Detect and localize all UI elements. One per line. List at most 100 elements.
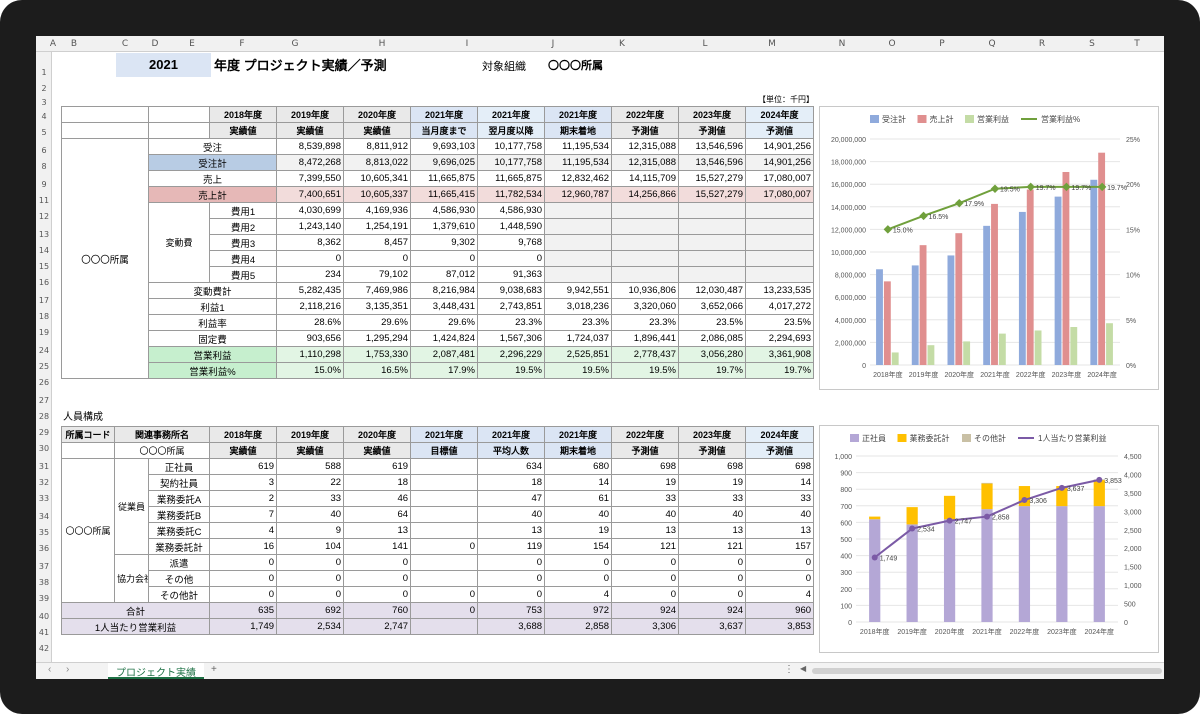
column-header-J[interactable]: J [546, 36, 560, 52]
bar[interactable] [906, 507, 918, 525]
cell-value[interactable]: 0 [209, 570, 278, 587]
row-header-24[interactable]: 24 [36, 346, 52, 355]
cell-value[interactable]: 13,546,596 [678, 154, 746, 171]
column-header-A[interactable]: A [46, 36, 60, 52]
bar[interactable] [1018, 486, 1031, 507]
cell-value[interactable]: 11,195,534 [544, 154, 612, 171]
cell-value[interactable]: 972 [544, 602, 613, 619]
row-header-36[interactable]: 36 [36, 544, 52, 553]
bar[interactable] [981, 483, 993, 510]
cell-value[interactable]: 19.7% [678, 362, 746, 379]
cell-value[interactable] [410, 458, 479, 475]
cell-value[interactable]: 698 [745, 458, 815, 475]
cell-value[interactable]: 12,832,462 [544, 170, 612, 187]
cell-value[interactable]: 141 [343, 538, 412, 555]
row-header-9[interactable]: 9 [36, 180, 52, 189]
bar[interactable] [963, 341, 971, 365]
line-point[interactable] [1096, 476, 1103, 483]
cell-value[interactable] [410, 570, 479, 587]
cell-value[interactable]: 29.6% [410, 314, 478, 331]
bar[interactable] [1018, 506, 1031, 622]
cell-value[interactable]: 4,017,272 [745, 298, 814, 315]
row-header-30[interactable]: 30 [36, 444, 52, 453]
cell-value[interactable]: 16 [209, 538, 278, 555]
column-header-I[interactable]: I [460, 36, 474, 52]
cell-value[interactable]: 0 [343, 250, 411, 267]
row-header-25[interactable]: 25 [36, 362, 52, 371]
cell-value[interactable]: 3,637 [678, 618, 747, 635]
cell-value[interactable]: 14,256,866 [611, 186, 679, 203]
bar[interactable] [1056, 506, 1068, 622]
cell-value[interactable]: 0 [343, 554, 412, 571]
cell-value[interactable]: 13,546,596 [678, 138, 746, 155]
row-header-16[interactable]: 16 [36, 278, 52, 287]
bar[interactable] [947, 255, 955, 365]
cell-value[interactable]: 13 [611, 522, 680, 539]
cell-value[interactable]: 234 [276, 266, 344, 283]
cell-value[interactable]: 0 [477, 554, 546, 571]
cell-value[interactable]: 4 [544, 586, 613, 603]
cell-value[interactable]: 2,086,085 [678, 330, 746, 347]
row-header-8[interactable]: 8 [36, 162, 52, 171]
line-point[interactable] [871, 554, 878, 561]
sheet-tab-project[interactable]: プロジェクト実績 [108, 663, 204, 679]
cell-value[interactable]: 1,254,191 [343, 218, 411, 235]
line-point[interactable] [909, 525, 916, 532]
cell-value[interactable]: 19 [611, 474, 680, 491]
line-point[interactable] [1058, 484, 1065, 491]
column-header-F[interactable]: F [235, 36, 249, 52]
cell-value[interactable]: 11,665,875 [477, 170, 545, 187]
cell-value[interactable]: 1,295,294 [343, 330, 411, 347]
column-header-L[interactable]: L [698, 36, 712, 52]
cell-value[interactable]: 28.6% [276, 314, 344, 331]
cell-value[interactable]: 8,216,984 [410, 282, 478, 299]
row-header-41[interactable]: 41 [36, 628, 52, 637]
cell-value[interactable]: 698 [678, 458, 747, 475]
column-header-D[interactable]: D [148, 36, 162, 52]
column-header-N[interactable]: N [835, 36, 849, 52]
cell-value[interactable]: 47 [477, 490, 546, 507]
cell-value[interactable] [611, 266, 679, 283]
cell-value[interactable]: 0 [477, 586, 546, 603]
cell-value[interactable]: 588 [276, 458, 345, 475]
cell-value[interactable] [410, 522, 479, 539]
cell-value[interactable]: 17,080,007 [745, 170, 814, 187]
cell-value[interactable]: 2,858 [544, 618, 613, 635]
cell-value[interactable]: 2 [209, 490, 278, 507]
bar[interactable] [876, 269, 883, 365]
cell-value[interactable]: 19 [678, 474, 747, 491]
row-header-6[interactable]: 6 [36, 146, 52, 155]
row-header-12[interactable]: 12 [36, 212, 52, 221]
cell-value[interactable] [611, 250, 679, 267]
cell-value[interactable]: 33 [745, 490, 815, 507]
column-header-O[interactable]: O [885, 36, 899, 52]
cell-value[interactable]: 2,118,216 [276, 298, 344, 315]
column-header-B[interactable]: B [67, 36, 81, 52]
chart-sales[interactable]: 20,000,000 18,000,000 16,000,000 14,000,000… [819, 106, 1159, 390]
cell-value[interactable]: 19.7% [745, 362, 814, 379]
row-header-14[interactable]: 14 [36, 246, 52, 255]
cell-value[interactable]: 3,853 [745, 618, 815, 635]
bar[interactable] [919, 245, 927, 365]
cell-value[interactable]: 7,469,986 [343, 282, 411, 299]
cell-value[interactable]: 19.5% [544, 362, 612, 379]
bar[interactable] [883, 281, 891, 365]
cell-value[interactable]: 2,296,229 [477, 346, 545, 363]
cell-value[interactable]: 1,896,441 [611, 330, 679, 347]
cell-value[interactable] [611, 218, 679, 235]
cell-value[interactable]: 1,110,298 [276, 346, 344, 363]
row-header-37[interactable]: 37 [36, 562, 52, 571]
cell-value[interactable]: 4,586,930 [477, 202, 545, 219]
bar[interactable] [1054, 196, 1062, 365]
cell-value[interactable]: 9 [276, 522, 345, 539]
cell-value[interactable]: 10,605,341 [343, 170, 411, 187]
cell-value[interactable]: 119 [477, 538, 546, 555]
cell-value[interactable]: 19.5% [611, 362, 679, 379]
line-point[interactable] [990, 184, 1000, 193]
row-header-15[interactable]: 15 [36, 262, 52, 271]
cell-value[interactable] [678, 250, 746, 267]
cell-value[interactable]: 8,539,898 [276, 138, 344, 155]
row-header-18[interactable]: 18 [36, 312, 52, 321]
column-header-M[interactable]: M [765, 36, 779, 52]
cell-value[interactable]: 3,448,431 [410, 298, 478, 315]
